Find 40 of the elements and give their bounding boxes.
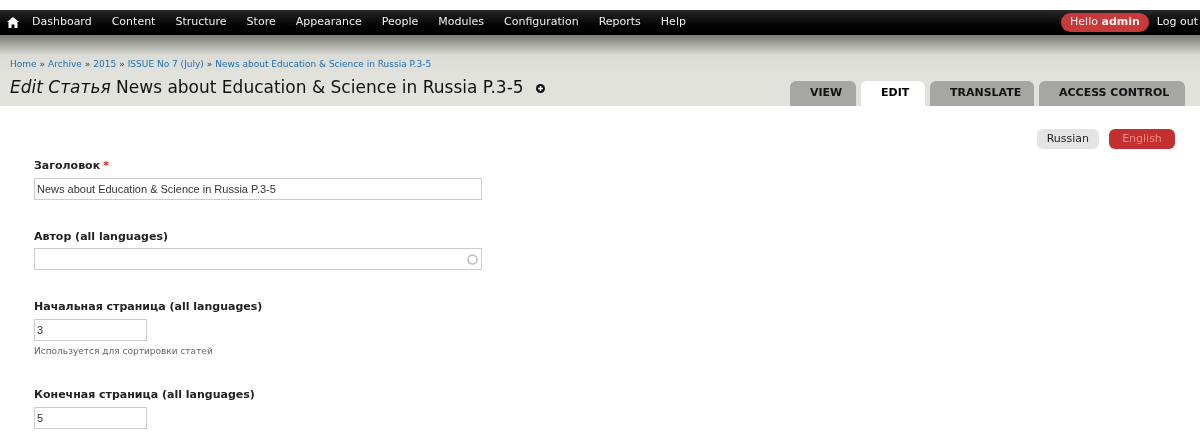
- toolbar-menu-link[interactable]: Modules: [428, 14, 495, 31]
- toolbar-menu-link[interactable]: Content: [101, 14, 166, 31]
- autocomplete-field[interactable]: [34, 248, 482, 270]
- page-title: Edit Статья News about Education & Science in Russia P.3-5: [10, 75, 524, 99]
- text-field[interactable]: News about Education & Science in Russia P.3-5: [34, 177, 482, 200]
- breadcrumb-separator: »: [39, 58, 46, 72]
- number-field[interactable]: 5: [34, 406, 147, 429]
- toolbar-menu-link[interactable]: Structure: [165, 14, 237, 31]
- tab[interactable]: VIEW: [790, 81, 856, 106]
- throbber-icon: [467, 253, 478, 265]
- tab[interactable]: EDIT: [861, 81, 925, 106]
- number-field[interactable]: 3: [34, 318, 147, 341]
- toolbar-menu-link[interactable]: Store: [236, 14, 286, 31]
- language-switch[interactable]: Russian: [1036, 129, 1099, 149]
- field-label: Начальная страница (all languages): [34, 299, 263, 315]
- field-label: Конечная страница (all languages): [34, 387, 255, 403]
- toolbar-menu-link[interactable]: Help: [650, 14, 696, 31]
- tab[interactable]: TRANSLATE: [930, 81, 1034, 106]
- breadcrumb-link[interactable]: Archive: [48, 58, 82, 72]
- breadcrumb-link[interactable]: ISSUE No 7 (July): [127, 58, 204, 72]
- toolbar-menu-link[interactable]: People: [371, 14, 429, 31]
- toolbar-menu-link[interactable]: Reports: [588, 14, 651, 31]
- required-marker: *: [103, 158, 109, 174]
- logout-link[interactable]: Log out: [1148, 14, 1200, 31]
- toolbar-menu-link[interactable]: Appearance: [285, 14, 372, 31]
- field-label: Автор (all languages): [34, 228, 168, 245]
- breadcrumb-separator: »: [119, 58, 125, 72]
- toolbar-menu-link[interactable]: Configuration: [494, 14, 589, 31]
- breadcrumb-link[interactable]: News about Education & Science in Russia P.3-5: [215, 58, 432, 72]
- breadcrumb-link[interactable]: Home: [10, 58, 37, 72]
- add-shortcut-icon[interactable]: [535, 84, 545, 94]
- toolbar-menu-link[interactable]: Dashboard: [22, 14, 102, 31]
- breadcrumb-separator: »: [206, 58, 213, 72]
- breadcrumb-link[interactable]: 2015: [93, 58, 117, 72]
- user-greeting[interactable]: Hello admin: [1061, 13, 1149, 32]
- tab[interactable]: ACCESS CONTROL: [1039, 81, 1185, 106]
- field-description: Используется для сортировки статей: [34, 344, 214, 358]
- home-icon[interactable]: [7, 17, 19, 28]
- breadcrumb-separator: »: [84, 58, 91, 72]
- field-label: Заголовок: [34, 158, 101, 174]
